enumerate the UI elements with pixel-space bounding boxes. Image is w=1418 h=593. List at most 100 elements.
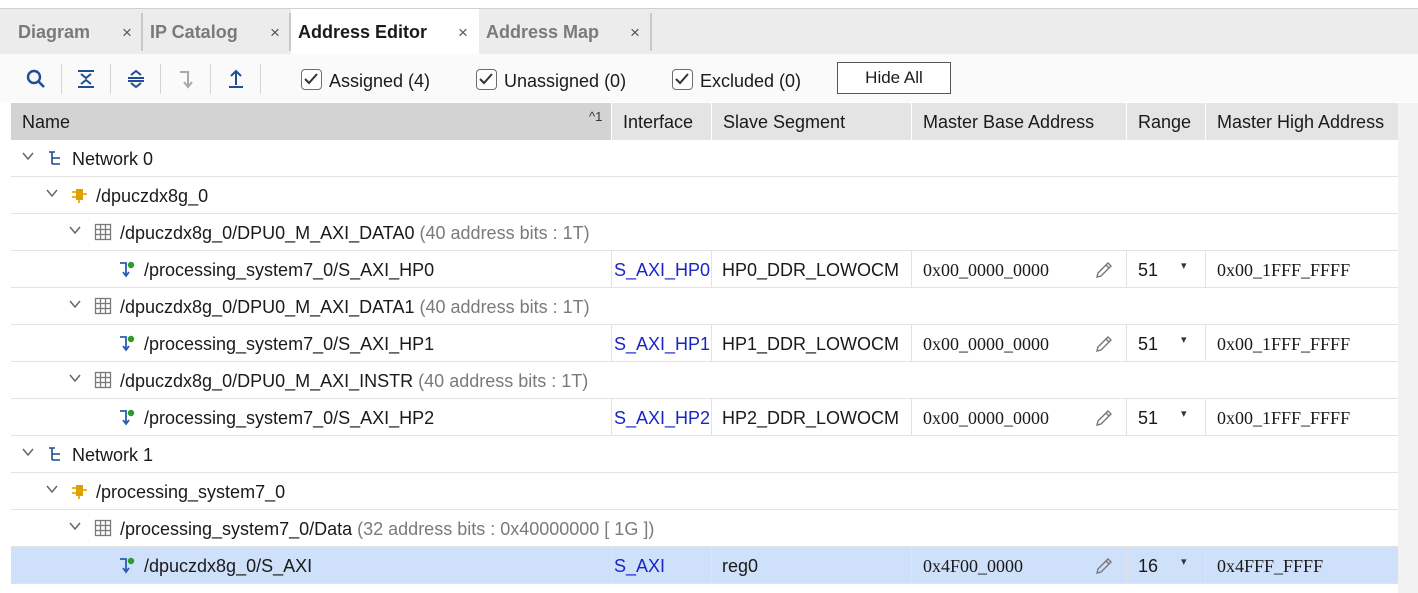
- range-value[interactable]: 16: [1138, 547, 1158, 583]
- column-divider: [911, 547, 912, 584]
- column-header-range[interactable]: Range: [1127, 103, 1205, 140]
- toolbar-divider: [260, 64, 261, 94]
- search-icon[interactable]: [23, 66, 49, 92]
- table-row[interactable]: Network 0: [11, 140, 1398, 177]
- master-base-address[interactable]: 0x00_0000_0000: [923, 325, 1049, 361]
- chevron-down-icon[interactable]: [45, 186, 59, 200]
- column-divider: [1205, 325, 1206, 362]
- interface-link[interactable]: S_AXI_HP2: [614, 399, 710, 435]
- interface-link[interactable]: S_AXI_HP0: [614, 251, 710, 287]
- table-row[interactable]: /dpuczdx8g_0/DPU0_M_AXI_DATA1 (40 addres…: [11, 288, 1398, 325]
- edit-icon[interactable]: [1094, 408, 1114, 428]
- column-divider: [611, 547, 612, 584]
- unassigned-checkbox[interactable]: [476, 69, 497, 90]
- network-icon: [49, 447, 60, 461]
- tab-address-map-label: Address Map: [486, 22, 600, 42]
- slave-segment: HP1_DDR_LOWOCM: [722, 334, 900, 354]
- table-row[interactable]: /processing_system7_0: [11, 473, 1398, 510]
- table-row[interactable]: /processing_system7_0/S_AXI_HP1 S_AXI_HP…: [11, 325, 1398, 362]
- column-divider: [911, 399, 912, 436]
- address-space-icon: [94, 223, 112, 241]
- toolbar-divider: [110, 64, 111, 94]
- ip-block-icon: [72, 485, 87, 499]
- collapse-all-icon[interactable]: [73, 66, 99, 92]
- row-name: Network 0: [72, 149, 154, 169]
- column-header-master-high[interactable]: Master High Address: [1206, 103, 1398, 140]
- column-header-slave-segment[interactable]: Slave Segment: [712, 103, 911, 140]
- table-row[interactable]: /dpuczdx8g_0/DPU0_M_AXI_DATA0 (40 addres…: [11, 214, 1398, 251]
- tab-ip-catalog[interactable]: IP Catalog ×: [143, 9, 289, 55]
- toolbar: Assigned (4) Unassigned (0) Excluded (0)…: [0, 54, 1418, 102]
- column-divider: [1205, 251, 1206, 288]
- chevron-down-icon[interactable]: [21, 445, 35, 459]
- column-header-name[interactable]: Name: [11, 103, 611, 140]
- chevron-down-icon[interactable]: [68, 297, 82, 311]
- row-name: /processing_system7_0: [96, 482, 286, 502]
- edit-icon[interactable]: [1094, 260, 1114, 280]
- chevron-down-icon[interactable]: [21, 149, 35, 163]
- close-icon[interactable]: ×: [122, 23, 132, 43]
- column-divider: [1205, 399, 1206, 436]
- column-master-high-label: Master High Address: [1217, 112, 1385, 132]
- hide-all-button[interactable]: Hide All: [837, 62, 951, 94]
- tab-diagram[interactable]: Diagram ×: [11, 9, 141, 55]
- slave-interface-icon: [120, 557, 135, 574]
- column-header-interface[interactable]: Interface: [612, 103, 711, 140]
- chevron-down-icon[interactable]: [68, 519, 82, 533]
- master-base-address[interactable]: 0x00_0000_0000: [923, 399, 1049, 435]
- range-dropdown-icon[interactable]: ▾: [1181, 407, 1187, 420]
- edit-icon[interactable]: [1094, 334, 1114, 354]
- range-value[interactable]: 51: [1138, 325, 1158, 361]
- column-divider: [1126, 547, 1127, 584]
- master-high-address: 0x4FFF_FFFF: [1217, 556, 1324, 576]
- row-name-group: /dpuczdx8g_0/DPU0_M_AXI_DATA0 (40 addres…: [120, 214, 590, 250]
- range-dropdown-icon[interactable]: ▾: [1181, 555, 1187, 568]
- excluded-checkbox[interactable]: [672, 69, 693, 90]
- range-dropdown-icon[interactable]: ▾: [1181, 333, 1187, 346]
- table-row-selected[interactable]: /dpuczdx8g_0/S_AXI S_AXI reg0 0x4F00_000…: [11, 547, 1398, 584]
- range-value[interactable]: 51: [1138, 399, 1158, 435]
- chevron-down-icon[interactable]: [45, 482, 59, 496]
- move-up-icon[interactable]: [223, 66, 249, 92]
- interface-link[interactable]: S_AXI_HP1: [614, 325, 710, 361]
- unassigned-label[interactable]: Unassigned (0): [504, 71, 626, 92]
- move-down-icon[interactable]: [173, 66, 199, 92]
- table-row[interactable]: /dpuczdx8g_0/DPU0_M_AXI_INSTR (40 addres…: [11, 362, 1398, 399]
- tab-address-map[interactable]: Address Map ×: [479, 9, 650, 55]
- sort-indicator[interactable]: ^1: [589, 109, 602, 124]
- close-icon[interactable]: ×: [270, 23, 280, 43]
- master-base-address[interactable]: 0x4F00_0000: [923, 547, 1023, 583]
- range-dropdown-icon[interactable]: ▾: [1181, 259, 1187, 272]
- address-bits-note: (40 address bits : 1T): [419, 297, 590, 317]
- vertical-scrollbar[interactable]: [1398, 103, 1418, 593]
- range-value[interactable]: 51: [1138, 251, 1158, 287]
- table-row[interactable]: /dpuczdx8g_0: [11, 177, 1398, 214]
- close-icon[interactable]: ×: [630, 23, 640, 43]
- column-range-label: Range: [1138, 112, 1192, 132]
- interface-link[interactable]: S_AXI: [614, 547, 665, 583]
- address-bits-note: (40 address bits : 1T): [418, 371, 589, 391]
- row-name: /dpuczdx8g_0/DPU0_M_AXI_DATA1: [120, 297, 415, 317]
- excluded-label[interactable]: Excluded (0): [700, 71, 801, 92]
- checkmark-icon: [304, 73, 318, 85]
- chevron-down-icon[interactable]: [68, 371, 82, 385]
- row-name: /processing_system7_0/Data: [120, 519, 353, 539]
- assigned-label[interactable]: Assigned (4): [329, 71, 430, 92]
- table-row[interactable]: /processing_system7_0/S_AXI_HP2 S_AXI_HP…: [11, 399, 1398, 436]
- column-divider: [611, 251, 612, 288]
- column-header-master-base[interactable]: Master Base Address: [912, 103, 1126, 140]
- master-base-address[interactable]: 0x00_0000_0000: [923, 251, 1049, 287]
- table-row[interactable]: Network 1: [11, 436, 1398, 473]
- tab-diagram-label: Diagram: [18, 22, 91, 42]
- assigned-checkbox[interactable]: [301, 69, 322, 90]
- slave-segment: HP0_DDR_LOWOCM: [722, 260, 900, 280]
- close-icon[interactable]: ×: [458, 23, 468, 43]
- column-divider: [1126, 325, 1127, 362]
- chevron-down-icon[interactable]: [68, 223, 82, 237]
- expand-all-icon[interactable]: [123, 66, 149, 92]
- table-row[interactable]: /processing_system7_0/Data (32 address b…: [11, 510, 1398, 547]
- ip-block-icon: [72, 189, 87, 203]
- edit-icon[interactable]: [1094, 556, 1114, 576]
- table-row[interactable]: /processing_system7_0/S_AXI_HP0 S_AXI_HP…: [11, 251, 1398, 288]
- tab-address-editor[interactable]: Address Editor ×: [291, 9, 479, 55]
